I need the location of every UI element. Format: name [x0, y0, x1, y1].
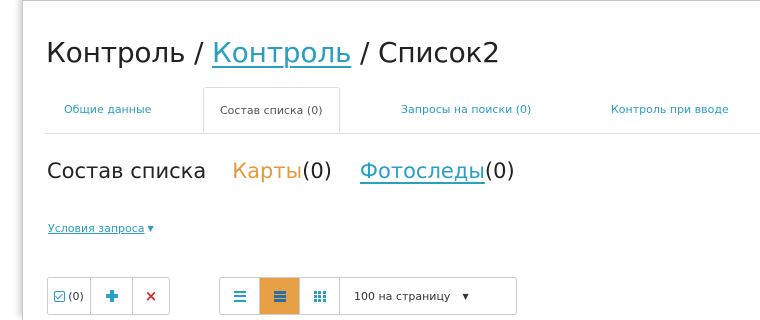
list-view-icon: [233, 290, 246, 302]
checkbox-icon: [54, 290, 66, 302]
plus-icon: [105, 290, 118, 302]
view-mode-group: 100 на страницу ▼: [219, 277, 517, 315]
breadcrumb-separator: /: [185, 36, 212, 69]
query-conditions-label: Условия запроса: [48, 222, 145, 235]
breadcrumb-link-control[interactable]: Контроль: [212, 36, 352, 69]
breadcrumb-current: Список2: [377, 36, 500, 69]
caret-down-icon: ▼: [462, 291, 469, 301]
table-view-icon: [273, 290, 286, 302]
page-size-label: 100 на страницу: [354, 289, 451, 303]
section-title: Состав списка: [47, 159, 207, 183]
photo-traces-link[interactable]: Фотоследы: [360, 159, 485, 183]
list-view-button[interactable]: [220, 278, 260, 314]
cards-link[interactable]: Карты: [232, 159, 302, 183]
breadcrumb-separator: /: [351, 36, 378, 69]
photo-traces-count: (0): [484, 159, 515, 183]
delete-button[interactable]: ×: [133, 278, 169, 314]
action-button-group: (0) ×: [47, 277, 170, 315]
query-conditions-toggle[interactable]: Условия запроса ▼: [48, 222, 154, 235]
add-button[interactable]: [91, 278, 133, 314]
grid-view-icon: [313, 290, 326, 302]
tab-search-requests[interactable]: Запросы на поиски (0): [401, 87, 531, 133]
tab-general-data[interactable]: Общие данные: [64, 87, 151, 133]
selected-count: (0): [68, 289, 84, 303]
tab-bar: Общие данные Состав списка (0) Запросы н…: [45, 87, 760, 134]
tab-list-contents[interactable]: Состав списка (0): [203, 87, 340, 133]
select-all-button[interactable]: (0): [48, 278, 91, 314]
close-icon: ×: [144, 287, 158, 305]
breadcrumb-root: Контроль: [46, 36, 186, 69]
app-window: Контроль / Контроль / Список2 Общие данн…: [22, 0, 760, 320]
cards-count: (0): [302, 159, 332, 183]
table-view-button[interactable]: [260, 278, 300, 314]
page-title: Контроль / Контроль / Список2: [46, 36, 500, 69]
grid-view-button[interactable]: [300, 278, 340, 314]
section-heading: Состав списка Карты(0) Фотоследы(0): [47, 159, 515, 183]
caret-down-icon: ▼: [147, 224, 154, 233]
page-size-dropdown[interactable]: 100 на страницу ▼: [340, 278, 516, 314]
tab-input-control[interactable]: Контроль при вводе: [611, 87, 729, 133]
